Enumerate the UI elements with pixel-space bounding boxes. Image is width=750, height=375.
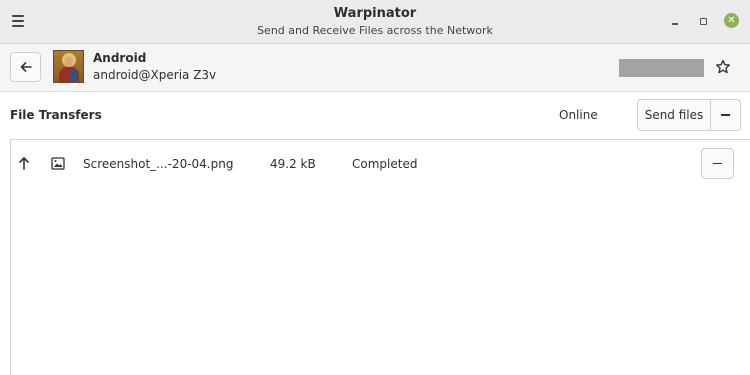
minus-icon — [713, 162, 722, 165]
arrow-left-icon — [20, 62, 32, 72]
transfer-file-size: 49.2 kB — [270, 157, 316, 171]
arrow-up-icon — [19, 157, 29, 170]
redacted-address — [619, 59, 704, 77]
remote-user-host: android@Xperia Z3v — [93, 68, 217, 82]
transfer-file-name: Screenshot_...-20-04.png — [83, 157, 234, 171]
send-files-button[interactable]: Send files — [638, 100, 711, 130]
window-title-block: Warpinator Send and Receive Files across… — [0, 6, 750, 38]
avatar — [53, 50, 84, 83]
maximize-icon — [699, 17, 707, 25]
transfer-list: Screenshot_...-20-04.png 49.2 kB Complet… — [10, 139, 750, 375]
close-icon: ✕ — [727, 15, 736, 26]
window-title: Warpinator — [333, 6, 417, 21]
close-button[interactable]: ✕ — [724, 13, 739, 28]
minimize-icon — [672, 23, 678, 25]
transfer-status: Completed — [352, 157, 418, 171]
minus-icon — [721, 114, 730, 116]
image-file-icon — [51, 157, 65, 170]
send-button-group: Send files — [637, 99, 741, 131]
star-outline-icon — [716, 59, 730, 74]
back-button[interactable] — [10, 52, 41, 82]
connection-status: Online — [559, 108, 598, 122]
remove-transfer-button[interactable] — [701, 148, 734, 179]
maximize-button[interactable] — [696, 14, 710, 28]
more-options-button[interactable] — [711, 100, 740, 130]
transfer-row: Screenshot_...-20-04.png 49.2 kB Complet… — [11, 140, 741, 188]
favorite-button[interactable] — [713, 57, 733, 77]
window-subtitle: Send and Receive Files across the Networ… — [257, 24, 493, 37]
remote-device-name: Android — [93, 51, 147, 65]
section-title: File Transfers — [10, 108, 102, 122]
remote-header: Android android@Xperia Z3v — [0, 44, 750, 92]
title-bar: Warpinator Send and Receive Files across… — [0, 0, 750, 44]
minimize-button[interactable] — [668, 14, 682, 28]
